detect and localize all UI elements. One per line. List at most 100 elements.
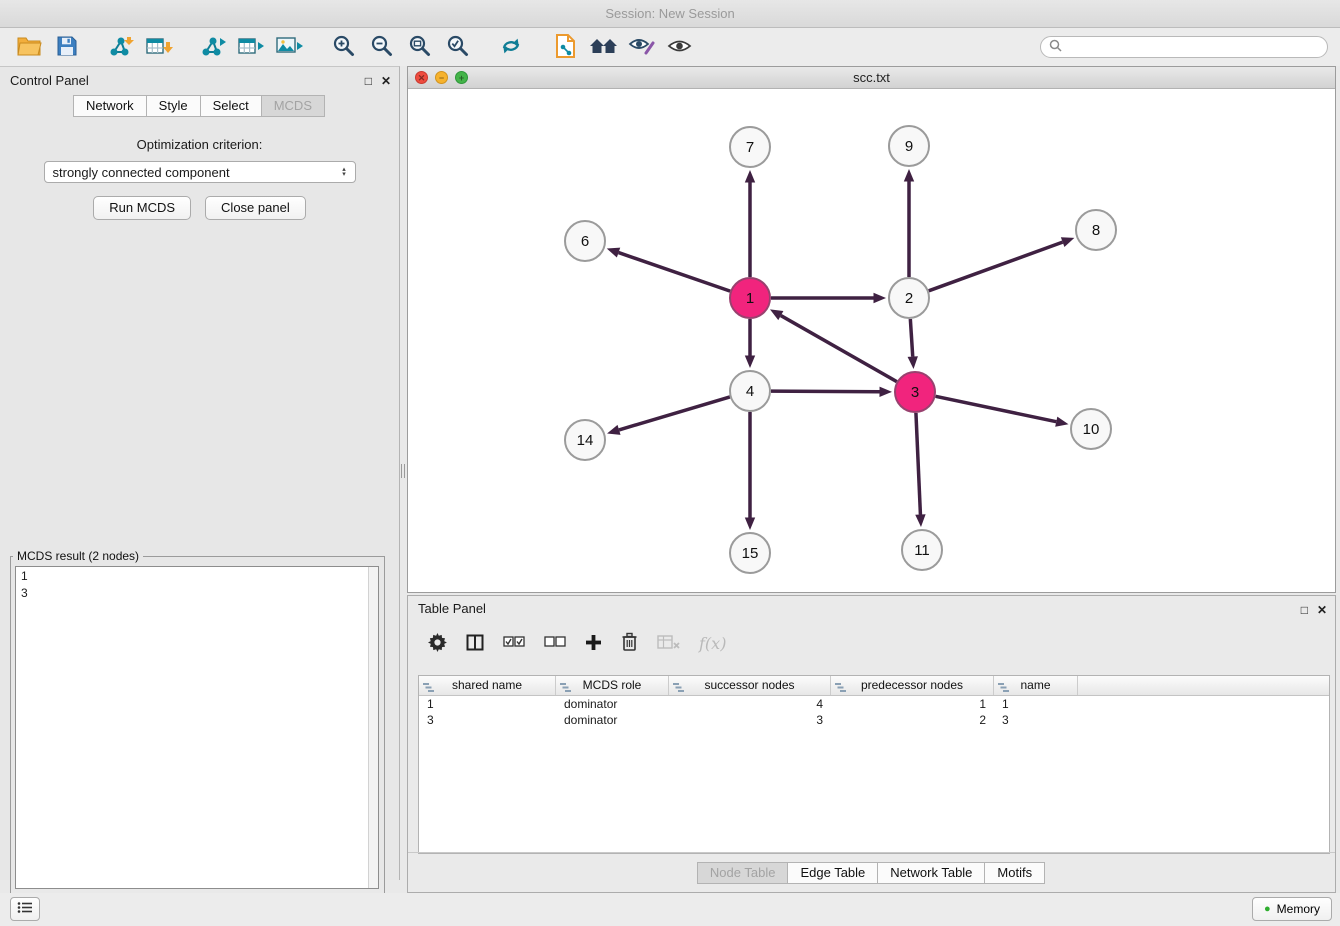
graph-node-6[interactable]: 6: [565, 221, 605, 261]
edge-3-1[interactable]: [781, 316, 897, 382]
window-minimize-icon[interactable]: −: [435, 71, 448, 84]
delete-column-button[interactable]: [621, 632, 638, 655]
import-network-button[interactable]: [102, 31, 140, 63]
column-header-shared-name[interactable]: shared name: [419, 676, 556, 695]
window-titlebar[interactable]: Session: New Session: [0, 0, 1340, 28]
control-panel-header: Control Panel □ ✕: [0, 67, 399, 95]
tab-mcds[interactable]: MCDS: [261, 95, 325, 117]
column-header-label: name: [1020, 678, 1050, 692]
graph-node-9[interactable]: 9: [889, 126, 929, 166]
edge-2-3[interactable]: [910, 319, 912, 357]
sort-icon[interactable]: [673, 680, 684, 699]
sort-icon[interactable]: [998, 680, 1009, 699]
zoom-selected-button[interactable]: [438, 31, 476, 63]
close-panel-button[interactable]: Close panel: [205, 196, 306, 220]
show-hide-button[interactable]: [660, 31, 698, 63]
graph-node-15[interactable]: 15: [730, 533, 770, 573]
table-tab-motifs[interactable]: Motifs: [984, 862, 1045, 884]
table-tab-edge-table[interactable]: Edge Table: [787, 862, 878, 884]
search-input[interactable]: [1067, 40, 1319, 54]
edge-3-11[interactable]: [916, 413, 920, 515]
edge-arrow-3-10: [1055, 417, 1068, 427]
table-cell[interactable]: dominator: [556, 696, 669, 712]
table-cell[interactable]: 1: [419, 696, 556, 712]
table-cell[interactable]: 3: [994, 712, 1078, 728]
table-cell[interactable]: 1: [831, 696, 994, 712]
graph-node-2[interactable]: 2: [889, 278, 929, 318]
eye-brush-icon: [628, 35, 655, 59]
graph-node-4[interactable]: 4: [730, 371, 770, 411]
tab-style[interactable]: Style: [146, 95, 201, 117]
edge-arrow-1-4: [745, 356, 755, 369]
function-builder-button[interactable]: f(x): [699, 634, 726, 653]
column-header-MCDS-role[interactable]: MCDS role: [556, 676, 669, 695]
edge-3-10[interactable]: [936, 396, 1057, 421]
edge-1-6[interactable]: [619, 253, 731, 292]
criterion-dropdown[interactable]: strongly connected component ▴▾: [44, 161, 356, 183]
edge-2-8[interactable]: [929, 242, 1063, 291]
sort-icon[interactable]: [423, 680, 434, 699]
export-image-button[interactable]: [270, 31, 308, 63]
table-tab-node-table[interactable]: Node Table: [697, 862, 789, 884]
table-tab-network-table[interactable]: Network Table: [877, 862, 985, 884]
graph-node-14[interactable]: 14: [565, 420, 605, 460]
table-cell[interactable]: 3: [669, 712, 831, 728]
zoom-out-button[interactable]: [362, 31, 400, 63]
close-panel-icon[interactable]: ✕: [381, 67, 391, 95]
result-scrollbar[interactable]: [368, 567, 378, 888]
tab-network[interactable]: Network: [73, 95, 147, 117]
memory-button[interactable]: ● Memory: [1252, 897, 1332, 921]
list-icon: [17, 901, 33, 917]
zoom-fit-button[interactable]: [400, 31, 438, 63]
zoom-in-button[interactable]: [324, 31, 362, 63]
sort-icon[interactable]: [560, 680, 571, 699]
annotation-eye-button[interactable]: [622, 31, 660, 63]
add-column-button[interactable]: [585, 634, 602, 654]
search-field[interactable]: [1040, 36, 1328, 58]
import-table-button[interactable]: [140, 31, 178, 63]
column-header-successor-nodes[interactable]: successor nodes: [669, 676, 831, 695]
export-network-button[interactable]: [194, 31, 232, 63]
run-mcds-button[interactable]: Run MCDS: [93, 196, 191, 220]
panel-splitter[interactable]: [400, 66, 407, 893]
float-panel-icon[interactable]: □: [365, 67, 372, 95]
graph-node-7[interactable]: 7: [730, 127, 770, 167]
open-session-button[interactable]: [10, 31, 48, 63]
tab-select[interactable]: Select: [200, 95, 262, 117]
column-header-name[interactable]: name: [994, 676, 1078, 695]
table-cell[interactable]: dominator: [556, 712, 669, 728]
edge-4-14[interactable]: [619, 397, 730, 430]
status-bar: ● Memory: [0, 893, 1340, 926]
refresh-layout-button[interactable]: [492, 31, 530, 63]
column-header-predecessor-nodes[interactable]: predecessor nodes: [831, 676, 994, 695]
network-window-titlebar[interactable]: ✕ − + scc.txt: [408, 67, 1335, 89]
graph-node-1[interactable]: 1: [730, 278, 770, 318]
task-history-button[interactable]: [10, 897, 40, 921]
mcds-result-box[interactable]: 13: [15, 566, 379, 889]
close-panel-icon[interactable]: ✕: [1317, 598, 1327, 623]
export-table-button[interactable]: [232, 31, 270, 63]
select-all-button[interactable]: [503, 636, 525, 651]
table-cell[interactable]: 3: [419, 712, 556, 728]
network-canvas[interactable]: 7 9 6 8 1 2 4 3 14 10 15 11: [408, 89, 1335, 592]
window-close-icon[interactable]: ✕: [415, 71, 428, 84]
edge-4-3[interactable]: [771, 391, 880, 392]
show-columns-button[interactable]: [466, 634, 484, 654]
graph-node-10[interactable]: 10: [1071, 409, 1111, 449]
first-neighbors-button[interactable]: [584, 31, 622, 63]
graph-node-11[interactable]: 11: [902, 530, 942, 570]
table-cell[interactable]: 2: [831, 712, 994, 728]
table-cell[interactable]: 4: [669, 696, 831, 712]
table-row[interactable]: 3dominator323: [419, 712, 1329, 728]
table-row[interactable]: 1dominator411: [419, 696, 1329, 712]
deselect-all-button[interactable]: [544, 636, 566, 651]
network-file-button[interactable]: [546, 31, 584, 63]
float-panel-icon[interactable]: □: [1301, 598, 1308, 623]
delete-table-button[interactable]: [657, 634, 680, 653]
graph-node-3[interactable]: 3: [895, 372, 935, 412]
save-session-button[interactable]: [48, 31, 86, 63]
sort-icon[interactable]: [835, 680, 846, 699]
table-settings-button[interactable]: [428, 633, 447, 655]
window-zoom-icon[interactable]: +: [455, 71, 468, 84]
graph-node-8[interactable]: 8: [1076, 210, 1116, 250]
